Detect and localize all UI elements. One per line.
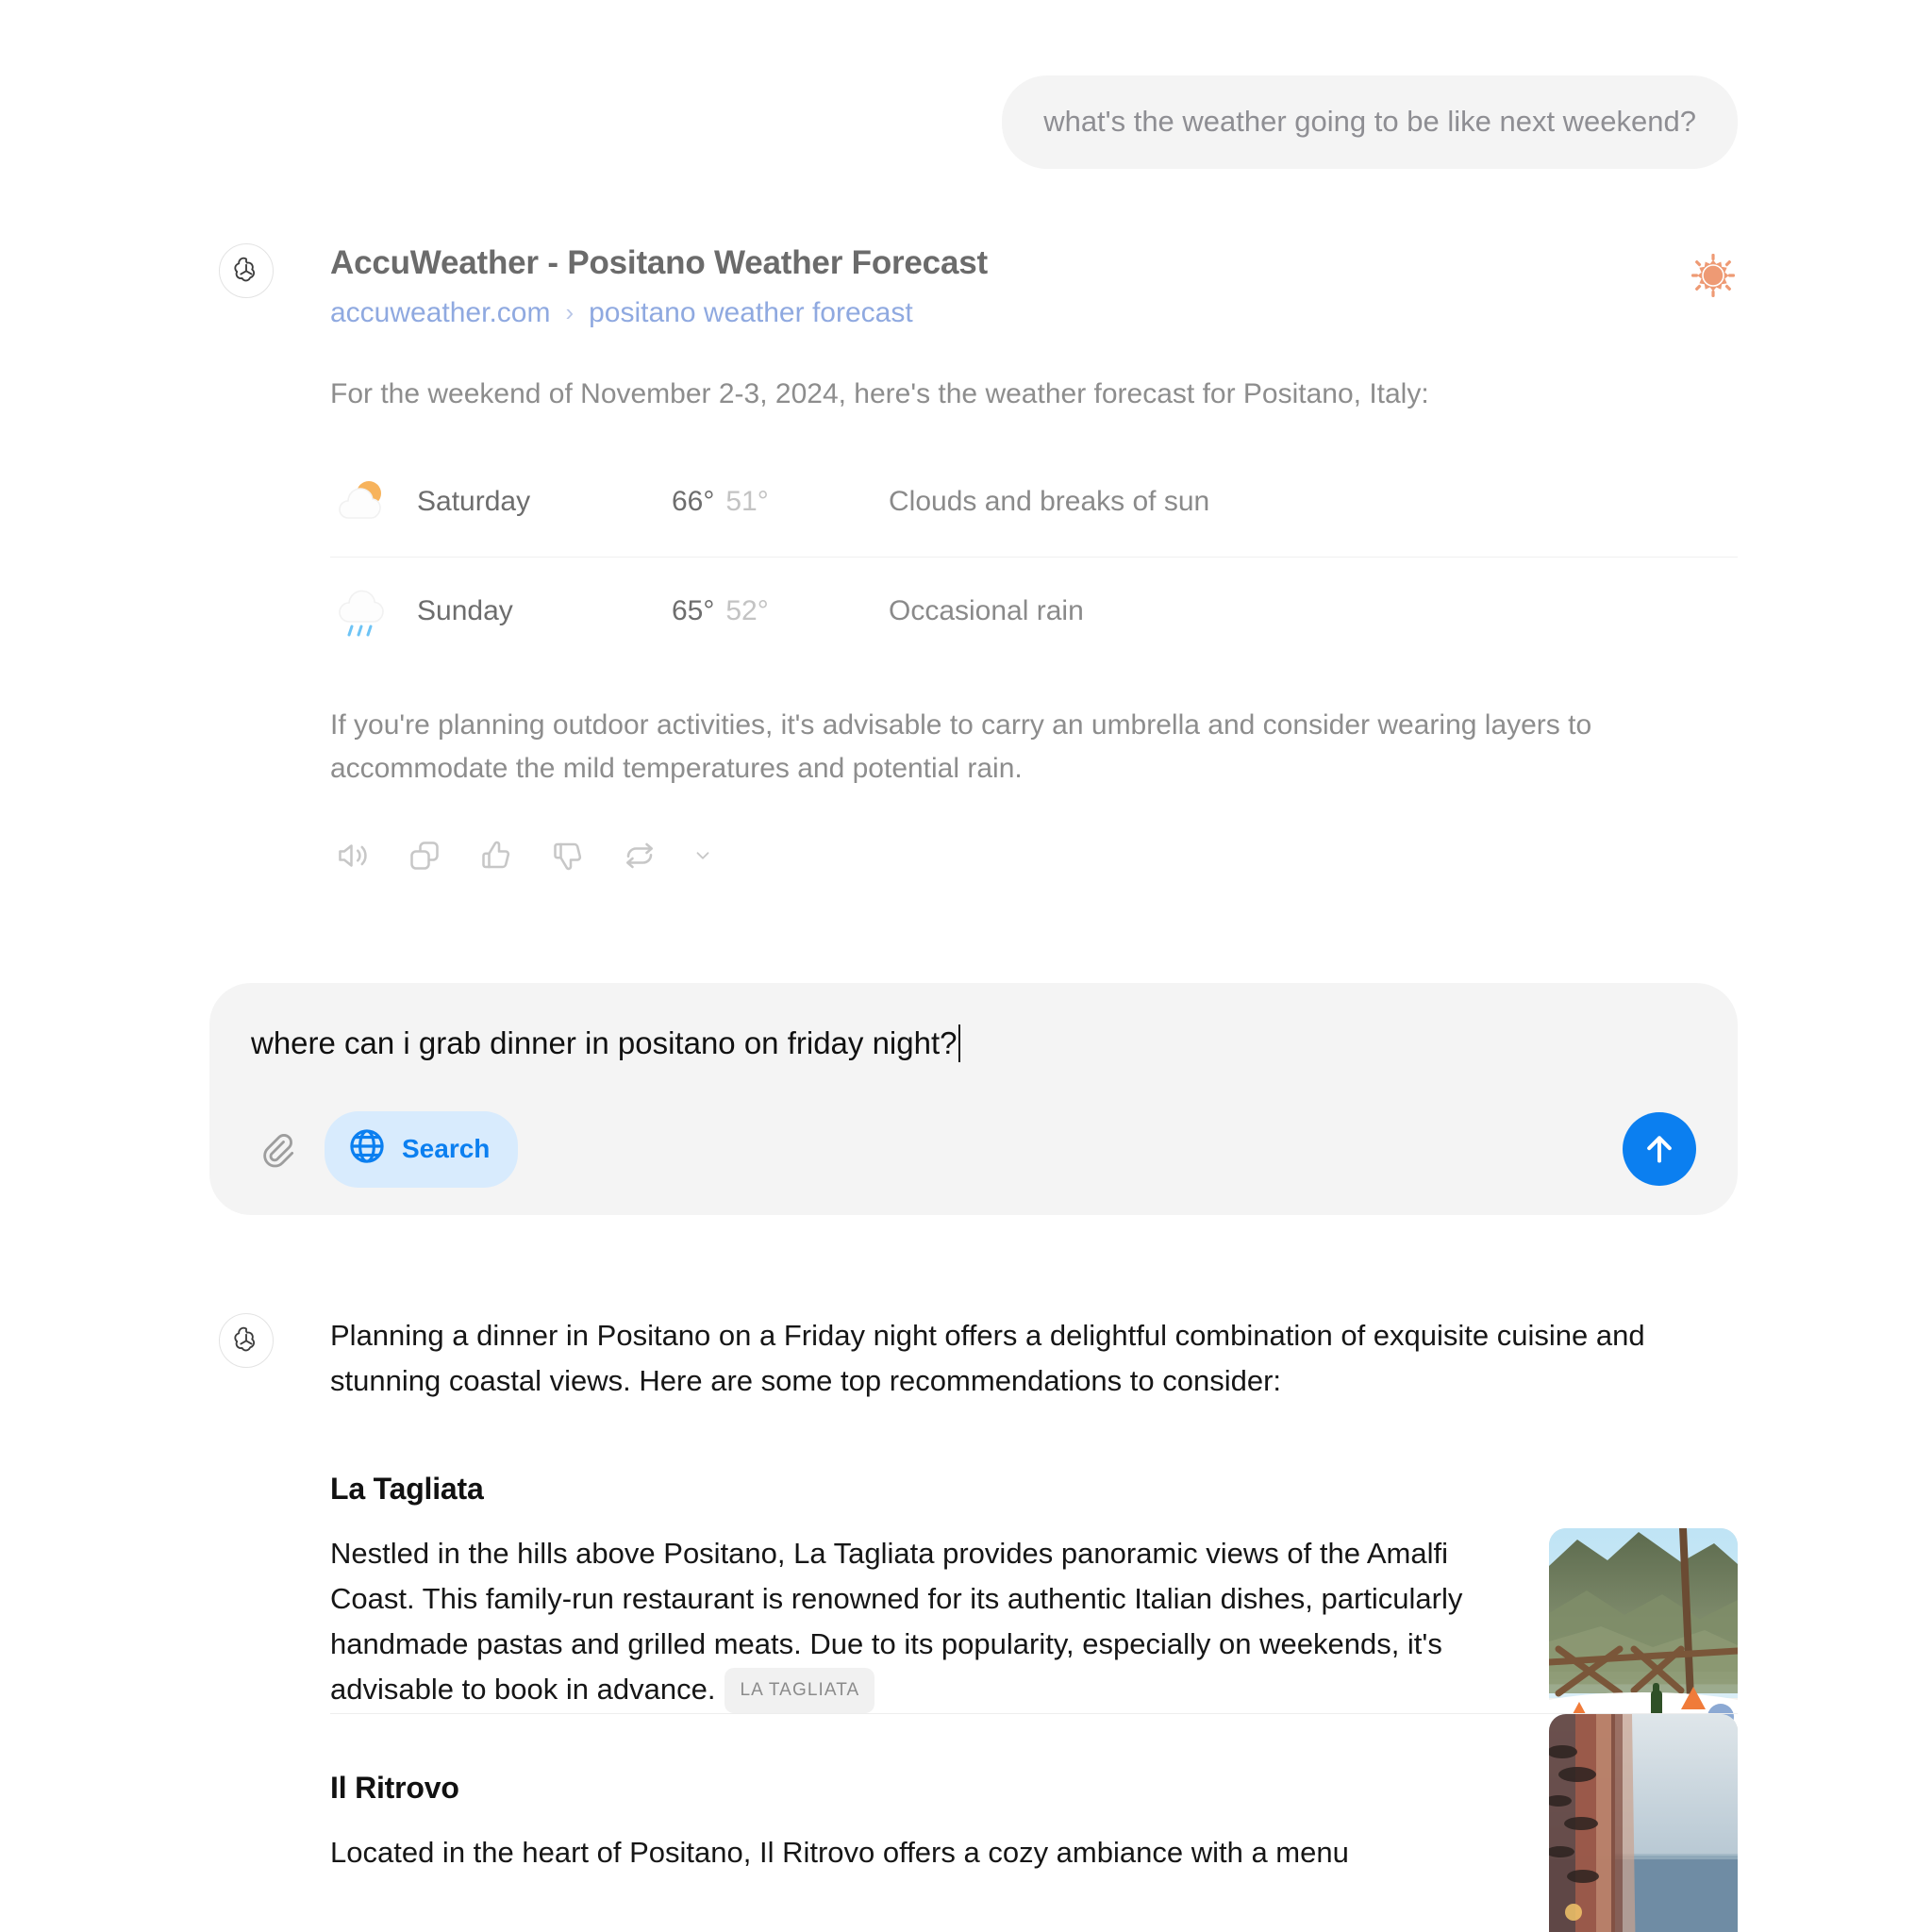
forecast-description: Clouds and breaks of sun xyxy=(889,485,1210,517)
chevron-right-icon: › xyxy=(565,298,575,327)
weather-card-body: AccuWeather - Positano Weather Forecast … xyxy=(330,243,1738,878)
forecast-high: 66° xyxy=(672,485,715,517)
recommendation-item: Il Ritrovo Located in the heart of Posit… xyxy=(330,1712,1738,1932)
assistant-weather-message: AccuWeather - Positano Weather Forecast … xyxy=(219,243,1738,878)
user-message-row: what's the weather going to be like next… xyxy=(0,75,1738,169)
restaurant-description-text: Located in the heart of Positano, Il Rit… xyxy=(330,1835,1349,1869)
message-input[interactable]: where can i grab dinner in positano on f… xyxy=(251,1024,957,1064)
thumbs-up-icon[interactable] xyxy=(474,833,519,878)
assistant-dinner-message: Planning a dinner in Positano on a Frida… xyxy=(219,1313,1738,1932)
forecast-day: Saturday xyxy=(417,485,531,517)
weather-forecast-table: Saturday 66° 51° Clouds and breaks of sun xyxy=(330,447,1738,666)
read-aloud-icon[interactable] xyxy=(330,833,375,878)
composer-text-wrap[interactable]: where can i grab dinner in positano on f… xyxy=(251,1021,1696,1066)
restaurant-thumbnail[interactable] xyxy=(1549,1713,1738,1932)
message-actions-bar xyxy=(330,833,1738,878)
table-row: Sunday 65° 52° Occasional rain xyxy=(330,556,1738,666)
copy-icon[interactable] xyxy=(402,833,447,878)
forecast-description: Occasional rain xyxy=(889,595,1084,626)
chatgpt-conversation-page: what's the weather going to be like next… xyxy=(0,0,1932,1932)
sun-icon xyxy=(1689,251,1738,300)
chevron-down-icon[interactable] xyxy=(689,833,717,878)
table-row: Saturday 66° 51° Clouds and breaks of sun xyxy=(330,447,1738,557)
forecast-temps: 65° 52° xyxy=(672,595,889,627)
weather-advice-text: If you're planning outdoor activities, i… xyxy=(330,708,1592,785)
dinner-intro-text: Planning a dinner in Positano on a Frida… xyxy=(330,1319,1645,1398)
forecast-temps: 66° 51° xyxy=(672,486,889,518)
restaurant-description-text: Nestled in the hills above Positano, La … xyxy=(330,1537,1463,1707)
forecast-day: Sunday xyxy=(417,595,513,626)
search-label: Search xyxy=(402,1134,491,1163)
restaurant-description: Located in the heart of Positano, Il Rit… xyxy=(330,1830,1521,1875)
dinner-answer-body: Planning a dinner in Positano on a Frida… xyxy=(330,1313,1738,1932)
breadcrumb-domain[interactable]: accuweather.com xyxy=(330,296,550,330)
rain-cloud-icon xyxy=(330,580,417,642)
globe-icon xyxy=(347,1126,387,1173)
chatgpt-avatar-icon xyxy=(219,243,274,298)
composer-toolbar: Search xyxy=(251,1110,1696,1188)
sun-behind-cloud-icon xyxy=(330,471,417,533)
text-cursor xyxy=(958,1024,961,1062)
message-composer[interactable]: where can i grab dinner in positano on f… xyxy=(209,983,1738,1215)
recommendation-item: La Tagliata Nestled in the hills above P… xyxy=(330,1472,1738,1784)
forecast-low: 52° xyxy=(725,595,769,626)
weather-source-title: AccuWeather - Positano Weather Forecast xyxy=(330,244,988,281)
breadcrumb-path[interactable]: positano weather forecast xyxy=(589,296,913,330)
chatgpt-avatar-icon xyxy=(219,1313,274,1368)
search-toggle-button[interactable]: Search xyxy=(325,1110,519,1188)
weather-intro-text: For the weekend of November 2-3, 2024, h… xyxy=(330,378,1429,409)
forecast-high: 65° xyxy=(672,595,715,626)
regenerate-icon[interactable] xyxy=(617,833,662,878)
forecast-low: 51° xyxy=(725,485,769,517)
restaurant-description: Nestled in the hills above Positano, La … xyxy=(330,1531,1521,1713)
restaurant-name: Il Ritrovo xyxy=(330,1770,459,1805)
attach-file-icon[interactable] xyxy=(251,1124,302,1174)
restaurant-name: La Tagliata xyxy=(330,1472,484,1507)
send-button[interactable] xyxy=(1623,1112,1696,1186)
user-message-bubble: what's the weather going to be like next… xyxy=(1002,75,1738,169)
thumbs-down-icon[interactable] xyxy=(545,833,591,878)
citation-badge[interactable]: LA TAGLIATA xyxy=(724,1668,875,1713)
breadcrumb[interactable]: accuweather.com › positano weather forec… xyxy=(330,296,1738,330)
